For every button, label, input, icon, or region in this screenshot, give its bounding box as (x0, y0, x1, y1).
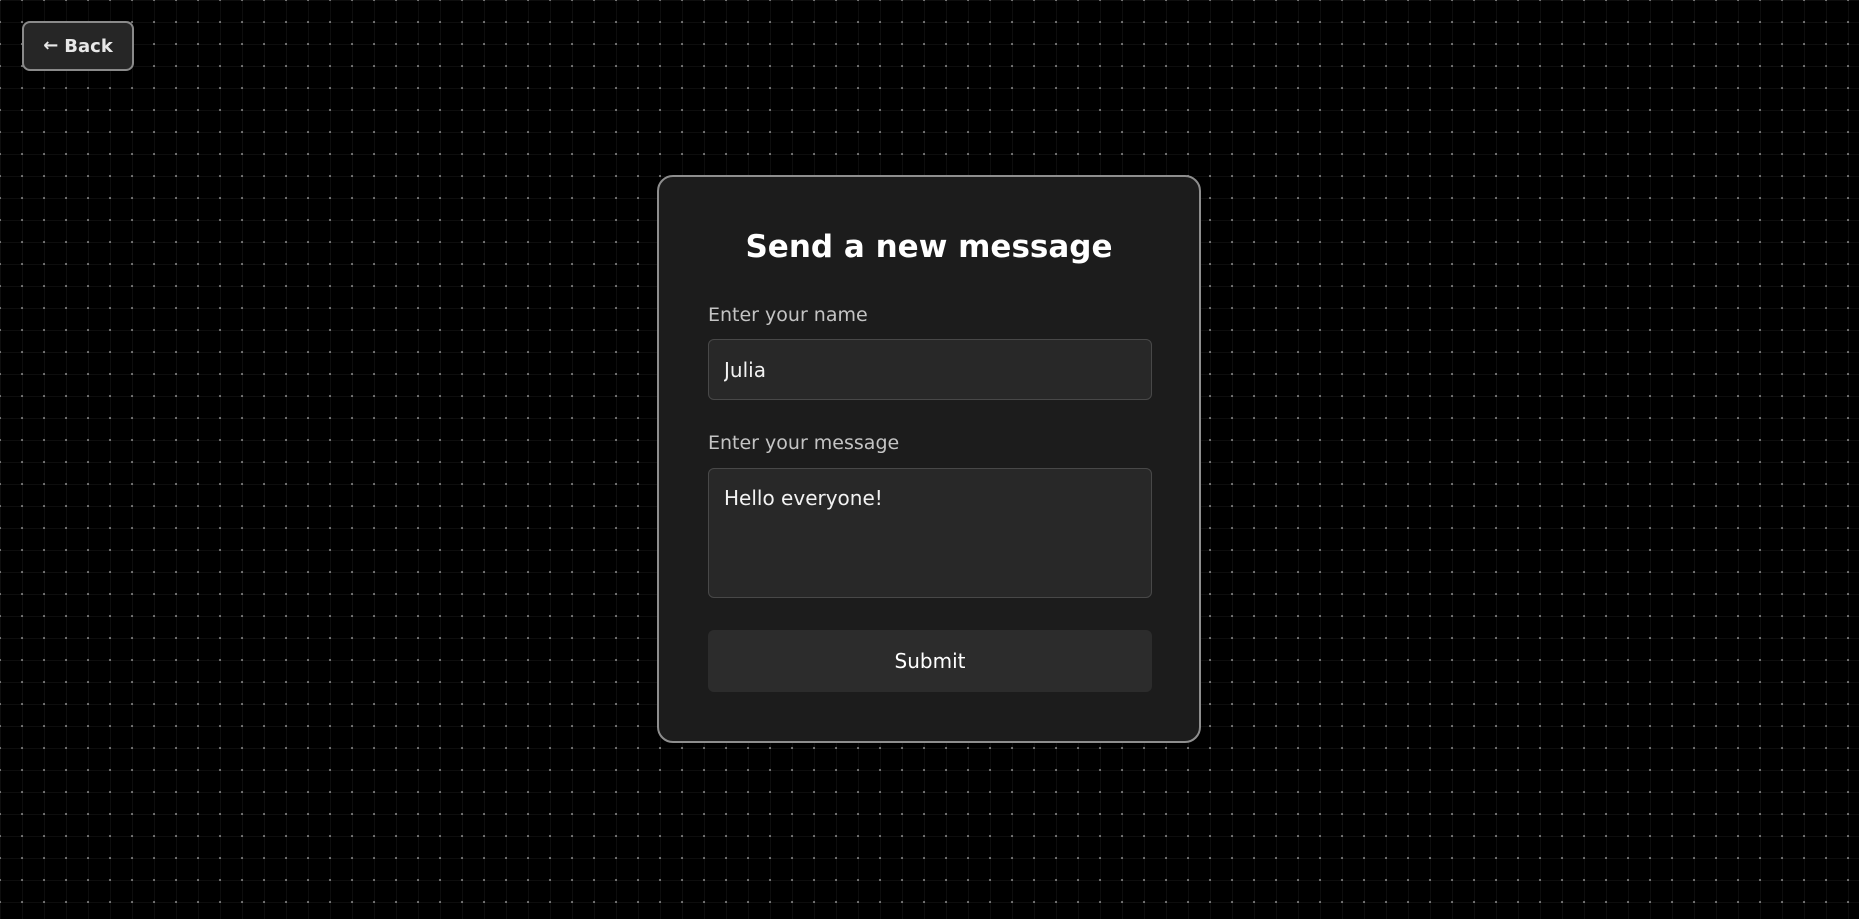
form-title: Send a new message (745, 229, 1113, 265)
name-input[interactable] (708, 339, 1152, 400)
message-form-card: Send a new message Enter your name Enter… (657, 175, 1201, 743)
name-label: Enter your name (708, 304, 868, 326)
message-label: Enter your message (708, 432, 900, 454)
message-textarea[interactable]: Hello everyone! (708, 468, 1152, 598)
back-button-label: Back (64, 35, 113, 57)
back-button[interactable]: ← Back (22, 21, 134, 71)
arrow-left-icon: ← (43, 35, 59, 56)
submit-button[interactable]: Submit (708, 630, 1152, 692)
